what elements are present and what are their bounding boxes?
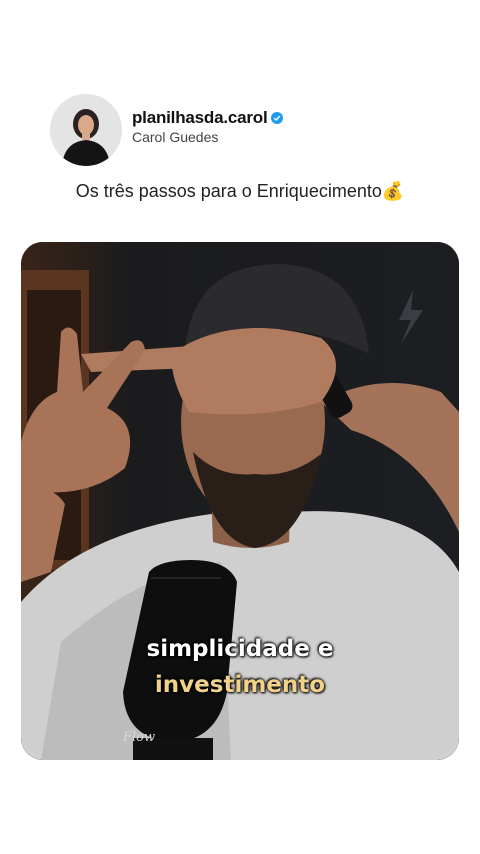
video-player[interactable]: simplicidade e investimento Flow [21, 242, 459, 760]
caption-text: Os três passos para o Enriquecimento [75, 181, 382, 201]
avatar[interactable] [50, 94, 122, 166]
post-header: planilhasda.carol Carol Guedes [50, 94, 284, 166]
post-caption: Os três passos para o Enriquecimento💰 [0, 181, 480, 202]
subtitle-line-1: simplicidade e [146, 636, 334, 662]
verified-badge-icon [271, 111, 284, 124]
profile-handle[interactable]: planilhasda.carol [132, 108, 268, 128]
mic-brand-logo: Flow [123, 730, 156, 745]
money-bag-icon: 💰 [381, 181, 405, 201]
profile-display-name: Carol Guedes [132, 128, 219, 145]
subtitle-line-2: investimento [154, 672, 326, 698]
